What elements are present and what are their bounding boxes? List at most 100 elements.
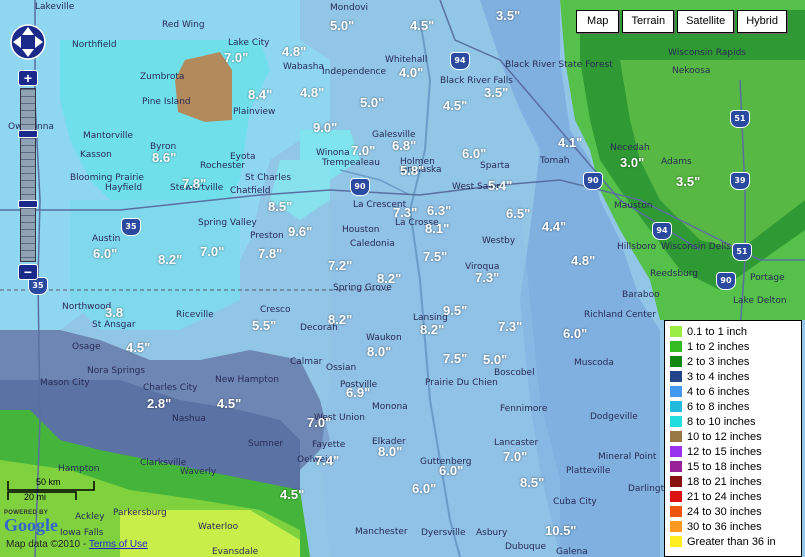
town-label: St Charles (245, 173, 292, 183)
town-label: Muscoda (574, 358, 614, 368)
legend-label: 6 to 8 inches (687, 400, 750, 413)
map-type-satellite-button[interactable]: Satellite (677, 10, 735, 33)
legend-swatch (670, 386, 682, 397)
town-label: Trempealeau (322, 158, 381, 168)
legend-label: 1 to 2 inches (687, 340, 750, 353)
town-label: Asbury (476, 528, 508, 538)
town-label: Iowa Falls (60, 528, 104, 538)
terms-of-use-link[interactable]: Terms of Use (89, 539, 148, 550)
town-label: Adams (661, 157, 692, 167)
snowfall-value-label: 4.4" (542, 219, 567, 234)
snowfall-value-label: 6.0" (93, 246, 118, 261)
zoom-slider-thumb[interactable] (18, 130, 38, 138)
town-label: Charles City (143, 383, 198, 393)
snowfall-value-label: 8.4" (248, 87, 273, 102)
snowfall-value-label: 4.5" (217, 396, 242, 411)
legend-swatch (670, 326, 682, 337)
snowfall-value-label: 7.8" (182, 176, 207, 191)
map-canvas[interactable]: Lakeville Mondovi Red Wing Northfield Lake C… (0, 0, 805, 557)
town-label: Westby (482, 236, 516, 246)
zoom-slider-marker (18, 200, 38, 208)
snowfall-value-label: 4.5" (410, 18, 435, 33)
town-label: Mineral Point (598, 452, 657, 462)
highway-shield-icon: 39 (730, 172, 750, 190)
snowfall-value-label: 7.3" (393, 205, 418, 220)
town-label: Austin (92, 234, 121, 244)
town-label: Sumner (248, 439, 284, 449)
legend-item: 15 to 18 inches (665, 459, 801, 474)
legend-item: 12 to 15 inches (665, 444, 801, 459)
snowfall-value-label: 3.8 (105, 305, 124, 320)
legend-swatch (670, 491, 682, 502)
town-label: New Hampton (215, 375, 279, 385)
town-label: Mason City (40, 378, 90, 388)
legend-swatch (670, 446, 682, 457)
map-type-hybrid-button[interactable]: Hybrid (737, 10, 787, 33)
snowfall-value-label: 5.0" (483, 352, 508, 367)
town-label: Monona (372, 402, 408, 412)
highway-shield-icon: 35 (121, 218, 141, 236)
snowfall-value-label: 9.0" (313, 120, 338, 135)
google-logo[interactable]: POWERED BY Google (4, 510, 58, 534)
town-label: Eyota (230, 152, 256, 162)
town-label: Dyersville (421, 528, 466, 538)
snowfall-value-label: 3.5" (496, 8, 521, 23)
pan-control[interactable] (10, 24, 46, 60)
map-type-map-button[interactable]: Map (576, 10, 620, 33)
legend-swatch (670, 461, 682, 472)
zoom-slider-track[interactable] (20, 88, 36, 262)
highway-shield-icon: 94 (450, 52, 470, 70)
snowfall-value-label: 3.5" (676, 174, 701, 189)
town-label: Necedah (610, 143, 650, 153)
town-label: Mauston (614, 201, 653, 211)
town-label: Lakeville (35, 2, 75, 12)
town-label: Dodgeville (590, 412, 638, 422)
highway-shield-icon: 90 (350, 178, 370, 196)
legend-label: 12 to 15 inches (687, 445, 762, 458)
snowfall-value-label: 7.3" (498, 319, 523, 334)
legend-label: 8 to 10 inches (687, 415, 756, 428)
snowfall-value-label: 8.1" (425, 221, 450, 236)
snowfall-value-label: 2.8" (147, 396, 172, 411)
snowfall-value-label: 7.4" (315, 453, 340, 468)
town-label: Mondovi (330, 3, 369, 13)
legend-item: 10 to 12 inches (665, 429, 801, 444)
town-label: Tomah (540, 156, 570, 166)
highway-shield-icon: 94 (652, 222, 672, 240)
town-label: Boscobel (494, 368, 535, 378)
town-label: Platteville (566, 466, 611, 476)
snowfall-value-label: 8.2" (328, 312, 353, 327)
snowfall-value-label: 8.0" (378, 444, 403, 459)
town-label: Sparta (480, 161, 510, 171)
snowfall-value-label: 10.5" (545, 523, 577, 538)
snowfall-value-label: 8.5" (520, 475, 545, 490)
legend-swatch (670, 431, 682, 442)
snowfall-value-label: 5.0" (330, 18, 355, 33)
map-type-terrain-button[interactable]: Terrain (622, 10, 675, 33)
snowfall-value-label: 7.0" (224, 50, 249, 65)
snowfall-value-label: 7.5" (423, 249, 448, 264)
scale-km-label: 50 km (36, 477, 61, 487)
legend-label: 3 to 4 inches (687, 370, 750, 383)
town-label: Fayette (312, 440, 346, 450)
town-label: Kasson (80, 150, 112, 160)
highway-shield-icon: 90 (583, 172, 603, 190)
town-label: Winona (316, 148, 350, 158)
town-label: Preston (250, 231, 284, 241)
town-label: Ackley (75, 512, 105, 522)
snowfall-value-label: 8.6" (152, 150, 177, 165)
legend-label: 21 to 24 inches (687, 490, 762, 503)
town-label: Ossian (326, 363, 357, 373)
snowfall-value-label: 5.8" (400, 163, 425, 178)
snowfall-legend: 0.1 to 1 inch 1 to 2 inches 2 to 3 inches 3… (664, 320, 802, 557)
zoom-out-button[interactable]: − (18, 264, 38, 280)
town-label: Lancaster (494, 438, 539, 448)
snowfall-value-label: 8.2" (420, 322, 445, 337)
legend-label: 0.1 to 1 inch (687, 325, 747, 338)
snowfall-value-label: 8.2" (158, 252, 183, 267)
legend-item: 2 to 3 inches (665, 354, 801, 369)
town-label: Chatfield (230, 186, 271, 196)
zoom-in-button[interactable]: + (18, 70, 38, 86)
snowfall-value-label: 4.8" (300, 85, 325, 100)
snowfall-value-label: 6.0" (563, 326, 588, 341)
